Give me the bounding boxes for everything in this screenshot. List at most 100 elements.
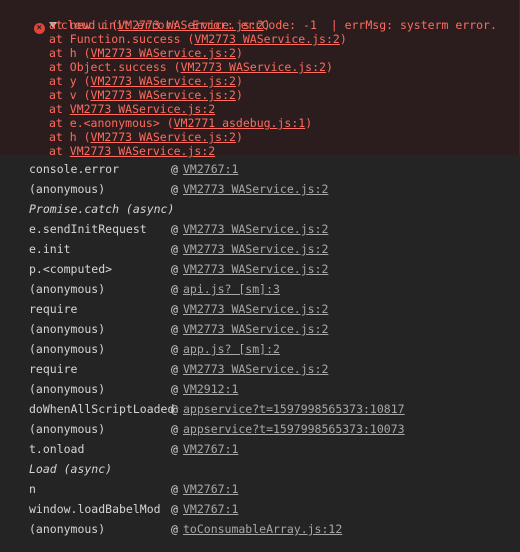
frame-suffix: ) — [235, 74, 243, 88]
error-stack-frame: at v (VM2773 WAService.js:2) — [49, 88, 243, 102]
call-stack-row: (anonymous) @ api.js? [sm]:3 — [0, 279, 520, 299]
source-link[interactable]: VM2767:1 — [183, 439, 238, 459]
function-name: window.loadBabelMod — [29, 502, 161, 516]
frame-source-link[interactable]: VM2771 asdebug.js:1 — [174, 116, 306, 130]
function-name: console.error — [29, 162, 120, 176]
frame-source-link[interactable]: VM2773 WAService.js:2 — [91, 88, 236, 102]
error-stack-frame: at new u (VM2773 WAService.js:2) — [49, 18, 271, 32]
call-stack-row: e.sendInitRequest @ VM2773 WAService.js:2 — [0, 219, 520, 239]
at-symbol: @ — [171, 322, 178, 336]
source-link[interactable]: VM2773 WAService.js:2 — [183, 359, 328, 379]
error-stack-frame: at Function.success (VM2773 WAService.js… — [49, 32, 347, 46]
source-link[interactable]: VM2773 WAService.js:2 — [183, 219, 328, 239]
source-link[interactable]: VM2767:1 — [183, 499, 238, 519]
error-stack-frame: at h (VM2773 WAService.js:2) — [49, 130, 243, 144]
at-symbol: @ — [171, 262, 178, 276]
source-link[interactable]: VM2773 WAService.js:2 — [183, 179, 328, 199]
function-name: (anonymous) — [29, 282, 106, 296]
call-stack-row: (anonymous) @ appservice?t=1597998565373:1… — [0, 419, 520, 439]
call-stack-row: require @ VM2773 WAService.js:2 — [0, 359, 520, 379]
error-stack-frame: at VM2773 WAService.js:2 — [49, 102, 215, 116]
function-name: (anonymous) — [29, 342, 106, 356]
at-symbol: @ — [171, 282, 178, 296]
frame-prefix: at h ( — [49, 130, 91, 144]
error-stack-frame: at Object.success (VM2773 WAService.js:2… — [49, 60, 333, 74]
frame-source-link[interactable]: VM2773 WAService.js:2 — [181, 60, 326, 74]
frame-prefix: at Function.success ( — [49, 32, 195, 46]
source-link[interactable]: api.js? [sm]:3 — [183, 279, 280, 299]
error-message-block: × cloud init error: Error: errCode: -1 | … — [0, 0, 520, 158]
source-link[interactable]: app.js? [sm]:2 — [183, 339, 280, 359]
at-symbol: @ — [171, 162, 178, 176]
call-stack-row: (anonymous) @ VM2773 WAService.js:2 — [0, 179, 520, 199]
frame-prefix: at h ( — [49, 46, 91, 60]
at-symbol: @ — [171, 382, 178, 396]
at-symbol: @ — [171, 222, 178, 236]
frame-suffix: ) — [305, 116, 313, 130]
frame-suffix: ) — [339, 32, 347, 46]
source-link[interactable]: VM2767:1 — [183, 479, 238, 499]
frame-source-link[interactable]: VM2773 WAService.js:2 — [70, 144, 215, 158]
function-name: t.onload — [29, 442, 85, 456]
source-link[interactable]: VM2773 WAService.js:2 — [183, 259, 328, 279]
frame-source-link[interactable]: VM2773 WAService.js:2 — [91, 74, 236, 88]
frame-suffix: ) — [263, 18, 271, 32]
at-symbol: @ — [171, 362, 178, 376]
function-name: require — [29, 302, 78, 316]
frame-suffix: ) — [235, 46, 243, 60]
call-stack-row: (anonymous) @ toConsumableArray.js:12 — [0, 519, 520, 539]
error-stack-frame: at h (VM2773 WAService.js:2) — [49, 46, 243, 60]
source-link[interactable]: VM2767:1 — [183, 159, 238, 179]
source-link[interactable]: VM2773 WAService.js:2 — [183, 239, 328, 259]
at-symbol: @ — [171, 502, 178, 516]
call-stack-row: t.onload @ VM2767:1 — [0, 439, 520, 459]
at-symbol: @ — [171, 302, 178, 316]
source-link[interactable]: appservice?t=1597998565373:10073 — [183, 419, 405, 439]
frame-prefix: at — [49, 144, 70, 158]
call-stack-row: require @ VM2773 WAService.js:2 — [0, 299, 520, 319]
frame-prefix: at Object.success ( — [49, 60, 181, 74]
frame-source-link[interactable]: VM2773 WAService.js:2 — [91, 130, 236, 144]
source-link[interactable]: VM2773 WAService.js:2 — [183, 299, 328, 319]
function-name: (anonymous) — [29, 422, 106, 436]
call-stack-row: doWhenAllScriptLoaded @ appservice?t=15979… — [0, 399, 520, 419]
call-stack-row: p.<computed> @ VM2773 WAService.js:2 — [0, 259, 520, 279]
async-separator: Load (async) — [0, 459, 520, 479]
frame-prefix: at e.<anonymous> ( — [49, 116, 174, 130]
frame-prefix: at y ( — [49, 74, 91, 88]
call-stack-row: (anonymous) @ VM2912:1 — [0, 379, 520, 399]
async-label: Load (async) — [29, 462, 113, 476]
function-name: (anonymous) — [29, 382, 106, 396]
at-symbol: @ — [171, 182, 178, 196]
source-link[interactable]: VM2912:1 — [183, 379, 238, 399]
call-stack-row: n @ VM2767:1 — [0, 479, 520, 499]
at-symbol: @ — [171, 422, 178, 436]
source-link[interactable]: toConsumableArray.js:12 — [183, 519, 342, 539]
at-symbol: @ — [171, 442, 178, 456]
at-symbol: @ — [171, 482, 178, 496]
function-name: p.<computed> — [29, 262, 113, 276]
frame-source-link[interactable]: VM2773 WAService.js:2 — [194, 32, 339, 46]
function-name: n — [29, 482, 36, 496]
error-header-line[interactable]: × cloud init error: Error: errCode: -1 | … — [6, 4, 497, 34]
source-link[interactable]: VM2773 WAService.js:2 — [183, 319, 328, 339]
frame-source-link[interactable]: VM2773 WAService.js:2 — [91, 46, 236, 60]
frame-suffix: ) — [235, 88, 243, 102]
call-stack-row: (anonymous) @ app.js? [sm]:2 — [0, 339, 520, 359]
frame-source-link[interactable]: VM2773 WAService.js:2 — [70, 102, 215, 116]
function-name: e.init — [29, 242, 71, 256]
at-symbol: @ — [171, 522, 178, 536]
function-name: doWhenAllScriptLoaded — [29, 402, 175, 416]
async-label: Promise.catch (async) — [29, 202, 175, 216]
source-link[interactable]: appservice?t=1597998565373:10817 — [183, 399, 405, 419]
error-stack-frame: at y (VM2773 WAService.js:2) — [49, 74, 243, 88]
frame-suffix: ) — [235, 130, 243, 144]
frame-source-link[interactable]: VM2773 WAService.js:2 — [118, 18, 263, 32]
function-name: (anonymous) — [29, 322, 106, 336]
function-name: e.sendInitRequest — [29, 222, 147, 236]
error-stack-frame: at VM2773 WAService.js:2 — [49, 144, 215, 158]
function-name: (anonymous) — [29, 522, 106, 536]
frame-prefix: at v ( — [49, 88, 91, 102]
error-stack-frame: at e.<anonymous> (VM2771 asdebug.js:1) — [49, 116, 312, 130]
call-stack-row: window.loadBabelMod @ VM2767:1 — [0, 499, 520, 519]
